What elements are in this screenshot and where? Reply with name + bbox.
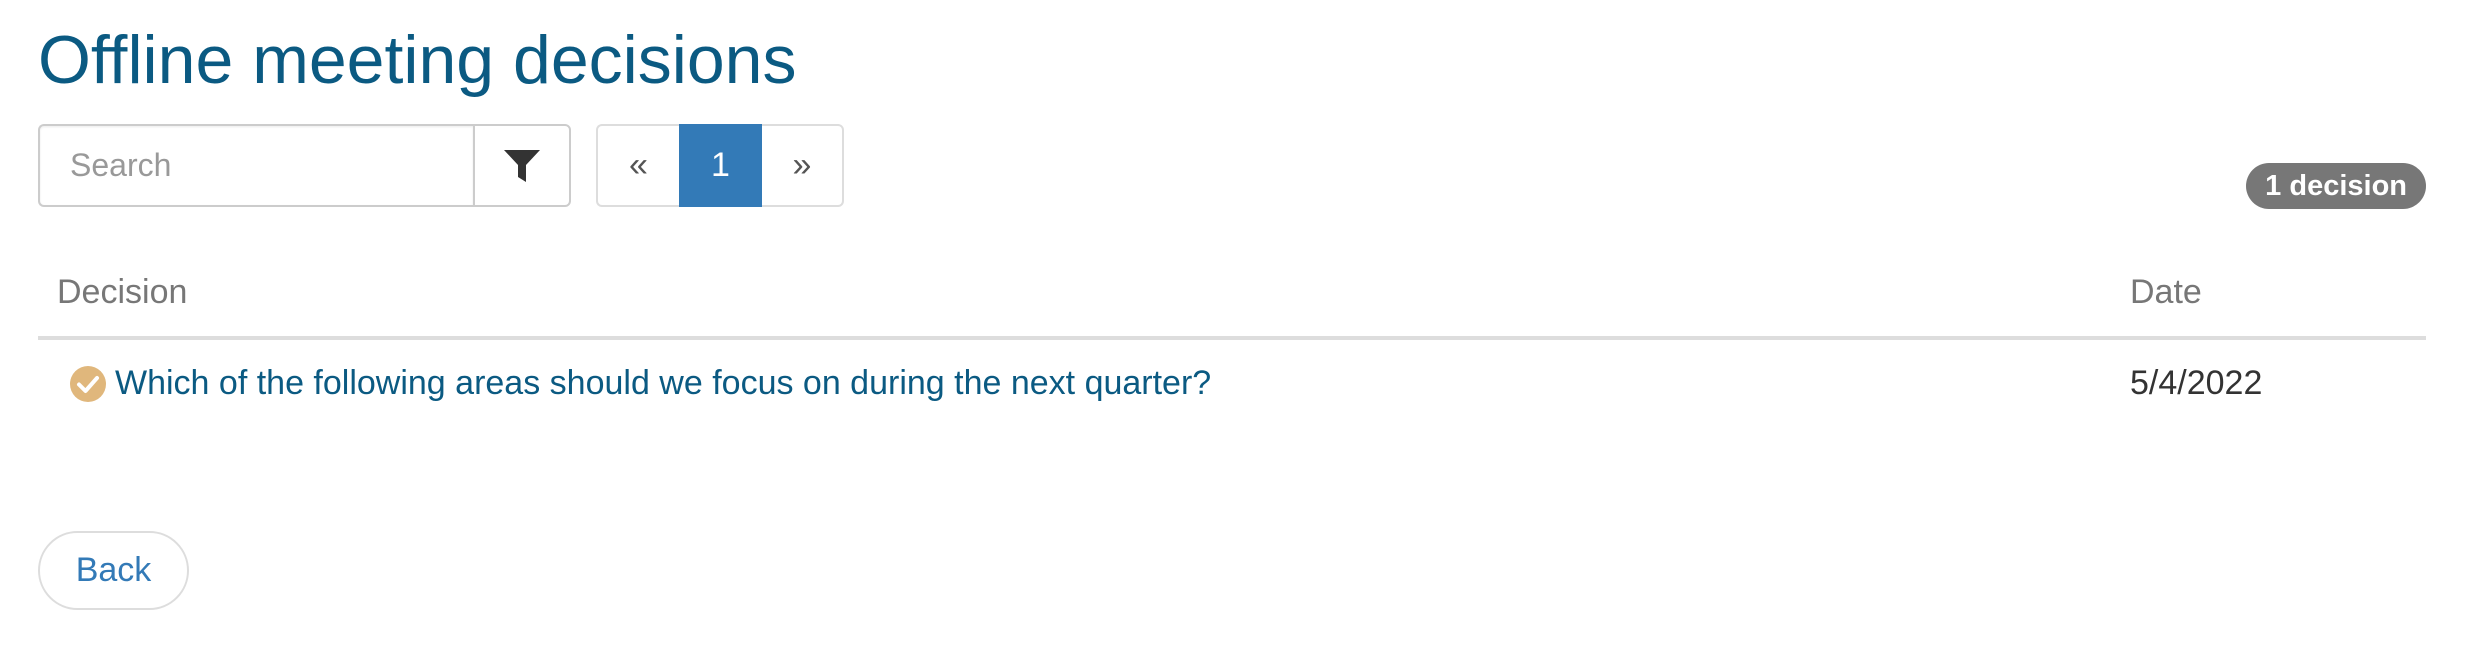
filter-button[interactable] xyxy=(473,124,571,207)
table-header: Decision Date xyxy=(38,260,2426,340)
pagination: « 1 » xyxy=(596,124,844,207)
search-group xyxy=(38,124,571,207)
column-header-date[interactable]: Date xyxy=(2130,273,2202,312)
decision-count-badge: 1 decision xyxy=(2246,163,2426,209)
pagination-page-1[interactable]: 1 xyxy=(679,124,762,207)
pagination-prev-button[interactable]: « xyxy=(596,124,679,207)
filter-icon xyxy=(504,149,540,182)
column-header-decision[interactable]: Decision xyxy=(57,273,187,312)
decision-date: 5/4/2022 xyxy=(2130,364,2263,402)
page-title: Offline meeting decisions xyxy=(38,22,797,98)
pagination-next-button[interactable]: » xyxy=(762,124,844,207)
search-input[interactable] xyxy=(38,124,473,207)
check-circle-icon xyxy=(70,366,106,402)
decisions-table: Decision Date Which of the following are… xyxy=(38,260,2426,436)
decision-link[interactable]: Which of the following areas should we f… xyxy=(115,364,1211,403)
back-button[interactable]: Back xyxy=(38,531,189,610)
table-row: Which of the following areas should we f… xyxy=(38,340,2426,436)
